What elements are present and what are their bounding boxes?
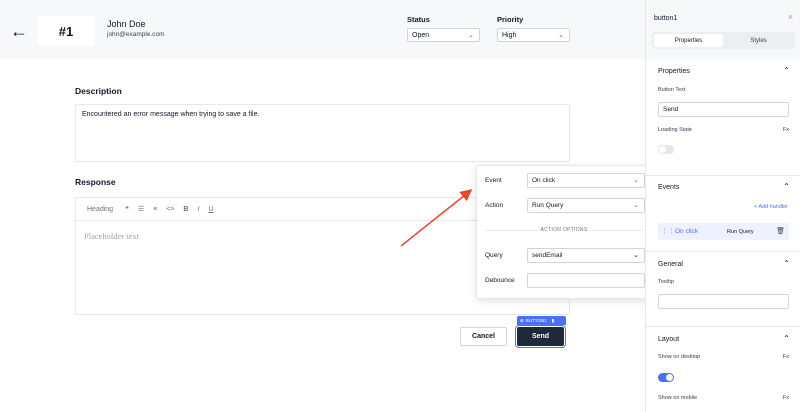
toggle-knob: [659, 146, 666, 153]
debounce-label: Debounce: [485, 277, 515, 284]
button-text-label: Button Text: [658, 87, 686, 93]
inspector-panel: button1 × Properties Styles Properties ⌃…: [645, 0, 800, 412]
divider: [646, 326, 800, 327]
show-desktop-label: Show on desktop: [658, 354, 701, 360]
button-text-input[interactable]: Send: [658, 102, 789, 117]
chevron-down-icon: ⌄: [633, 252, 639, 259]
event-select[interactable]: On click ⌄: [527, 173, 645, 188]
chevron-up-icon[interactable]: ⌃: [783, 66, 790, 75]
general-section-title[interactable]: General: [658, 261, 683, 268]
add-handler-button[interactable]: + Add handler: [754, 204, 788, 210]
loading-state-toggle[interactable]: [658, 145, 674, 154]
tooltip-input[interactable]: [658, 294, 789, 309]
tab-properties[interactable]: Properties: [654, 34, 723, 47]
show-desktop-toggle[interactable]: [658, 373, 674, 382]
chevron-down-icon: ⌄: [633, 202, 639, 209]
action-label: Action: [485, 202, 504, 209]
action-value: Run Query: [532, 202, 564, 209]
chevron-up-icon[interactable]: ⌃: [783, 182, 790, 191]
events-section-title[interactable]: Events: [658, 184, 679, 191]
fx-button[interactable]: Fx: [783, 395, 789, 401]
event-handler-popover: Event On click ⌄ Action Run Query ⌄ ACTI…: [476, 165, 652, 299]
tooltip-label: Tooltip: [658, 279, 674, 285]
properties-section-title[interactable]: Properties: [658, 68, 690, 75]
divider: [646, 251, 800, 252]
chevron-down-icon: ⌄: [633, 177, 639, 184]
show-mobile-label: Show on mobile: [658, 395, 698, 401]
debounce-input[interactable]: [527, 273, 645, 288]
event-handler-row[interactable]: ⋮⋮ On click Run Query 🗑: [658, 223, 789, 240]
event-value: On click: [532, 177, 556, 184]
query-value: sendEmail: [532, 252, 563, 259]
drag-handle-icon[interactable]: ⋮⋮: [661, 227, 675, 235]
query-label: Query: [485, 252, 503, 259]
toggle-knob: [666, 374, 673, 381]
inspector-tabs: Properties Styles: [652, 32, 795, 49]
divider-line: [591, 230, 643, 231]
component-name[interactable]: button1: [654, 15, 677, 22]
fx-button[interactable]: Fx: [783, 127, 789, 133]
chevron-up-icon[interactable]: ⌃: [783, 334, 790, 343]
close-icon[interactable]: ×: [788, 12, 793, 22]
divider: [646, 175, 800, 176]
chevron-up-icon[interactable]: ⌃: [783, 259, 790, 268]
action-select[interactable]: Run Query ⌄: [527, 198, 645, 213]
query-select[interactable]: sendEmail ⌄: [527, 248, 645, 263]
handler-event: On click: [675, 228, 699, 235]
event-label: Event: [485, 177, 502, 184]
handler-action: Run Query: [727, 229, 754, 235]
tab-styles[interactable]: Styles: [724, 34, 793, 47]
inspector-header: button1 × Properties Styles: [646, 0, 800, 60]
fx-button[interactable]: Fx: [783, 354, 789, 360]
loading-state-label: Loading State: [658, 127, 692, 133]
layout-section-title[interactable]: Layout: [658, 336, 679, 343]
trash-icon[interactable]: 🗑: [776, 227, 785, 235]
